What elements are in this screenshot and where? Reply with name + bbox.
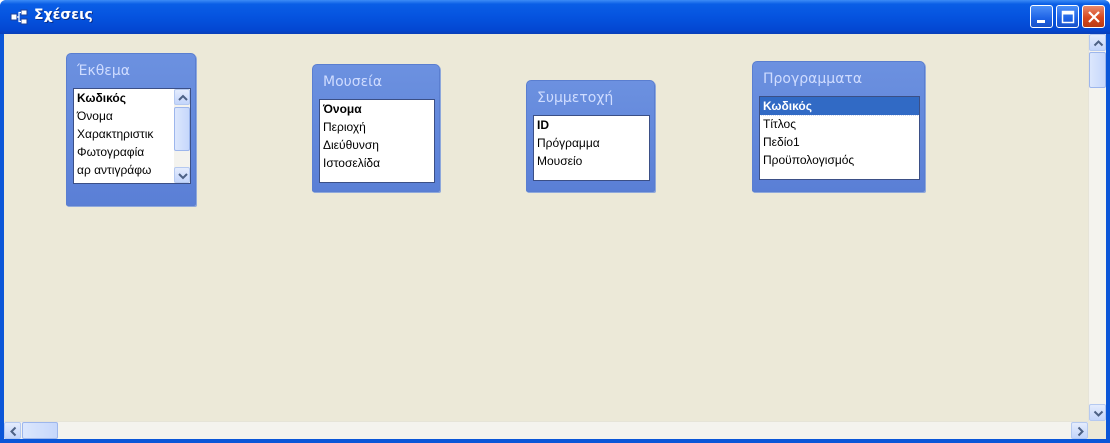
title-bar[interactable]: Σχέσεις	[0, 0, 1110, 34]
scroll-down-button[interactable]	[1089, 404, 1106, 421]
scroll-up-button[interactable]	[174, 89, 190, 105]
field-item[interactable]: Χαρακτηριστικ	[74, 125, 190, 143]
table-title: Έκθεμα	[77, 63, 130, 79]
field-list-scrollbar[interactable]	[174, 89, 190, 183]
scroll-thumb[interactable]	[1089, 52, 1106, 88]
vertical-scrollbar[interactable]	[1088, 34, 1106, 421]
client-area: Έκθεμα Κωδικός Όνομα Χαρακτηριστικ Φωτογ…	[4, 34, 1106, 439]
field-item[interactable]: Φωτογραφία	[74, 143, 190, 161]
relationships-window: Σχέσεις Έκθεμα Κωδικός Όνομα Χαρακτηριστ…	[0, 0, 1110, 443]
table-ekthema[interactable]: Έκθεμα Κωδικός Όνομα Χαρακτηριστικ Φωτογ…	[66, 53, 196, 206]
maximize-icon	[1061, 10, 1075, 24]
field-item[interactable]: Ιστοσελίδα	[320, 154, 434, 172]
chevron-left-icon	[10, 426, 17, 437]
field-item[interactable]: Όνομα	[74, 107, 190, 125]
field-item[interactable]: Προϋπολογισμός	[760, 151, 919, 169]
scroll-thumb[interactable]	[174, 107, 190, 151]
chevron-up-icon	[178, 94, 188, 101]
chevron-down-icon	[178, 173, 188, 180]
scrollbar-corner	[1088, 421, 1106, 439]
field-list[interactable]: Όνομα Περιοχή Διεύθυνση Ιστοσελίδα	[319, 99, 435, 183]
scroll-down-button[interactable]	[174, 167, 190, 183]
table-title: Συμμετοχή	[537, 90, 614, 106]
close-icon	[1088, 11, 1100, 23]
minimize-icon	[1037, 20, 1045, 23]
window-title: Σχέσεις	[34, 7, 93, 23]
field-item[interactable]: ID	[534, 116, 649, 134]
field-item[interactable]: Όνομα	[320, 100, 434, 118]
field-list[interactable]: Κωδικός Τίτλος Πεδίο1 Προϋπολογισμός	[759, 96, 920, 180]
scroll-right-button[interactable]	[1071, 422, 1088, 439]
relationships-canvas[interactable]: Έκθεμα Κωδικός Όνομα Χαρακτηριστικ Φωτογ…	[4, 34, 1088, 421]
field-item[interactable]: Περιοχή	[320, 118, 434, 136]
chevron-right-icon	[1077, 426, 1084, 437]
field-list[interactable]: ID Πρόγραμμα Μουσείο	[533, 115, 650, 181]
scroll-up-button[interactable]	[1089, 34, 1106, 51]
scroll-left-button[interactable]	[4, 422, 21, 439]
field-item[interactable]: Πεδίο1	[760, 133, 919, 151]
close-button[interactable]	[1082, 5, 1105, 28]
table-mouseia[interactable]: Μουσεία Όνομα Περιοχή Διεύθυνση Ιστοσελί…	[312, 64, 440, 192]
chevron-up-icon	[1093, 40, 1104, 47]
field-item-selected[interactable]: Κωδικός	[760, 97, 919, 116]
field-list[interactable]: Κωδικός Όνομα Χαρακτηριστικ Φωτογραφία α…	[73, 88, 191, 184]
maximize-button[interactable]	[1056, 5, 1079, 28]
chevron-down-icon	[1093, 410, 1104, 417]
table-symmetoxi[interactable]: Συμμετοχή ID Πρόγραμμα Μουσείο	[526, 80, 655, 192]
field-item[interactable]: Μουσείο	[534, 152, 649, 170]
field-item[interactable]: αρ αντιγράφω	[74, 161, 190, 179]
horizontal-scrollbar[interactable]	[4, 421, 1088, 439]
field-item[interactable]: Τίτλος	[760, 115, 919, 133]
table-title: Μουσεία	[323, 74, 383, 90]
field-item[interactable]: Κωδικός	[74, 89, 190, 107]
field-item[interactable]: Πρόγραμμα	[534, 134, 649, 152]
scroll-thumb[interactable]	[22, 422, 58, 439]
relationships-icon	[10, 9, 28, 25]
table-title: Προγραμματα	[763, 71, 863, 87]
minimize-button[interactable]	[1030, 5, 1053, 28]
field-item[interactable]: Διεύθυνση	[320, 136, 434, 154]
table-programmata[interactable]: Προγραμματα Κωδικός Τίτλος Πεδίο1 Προϋπο…	[752, 61, 925, 192]
